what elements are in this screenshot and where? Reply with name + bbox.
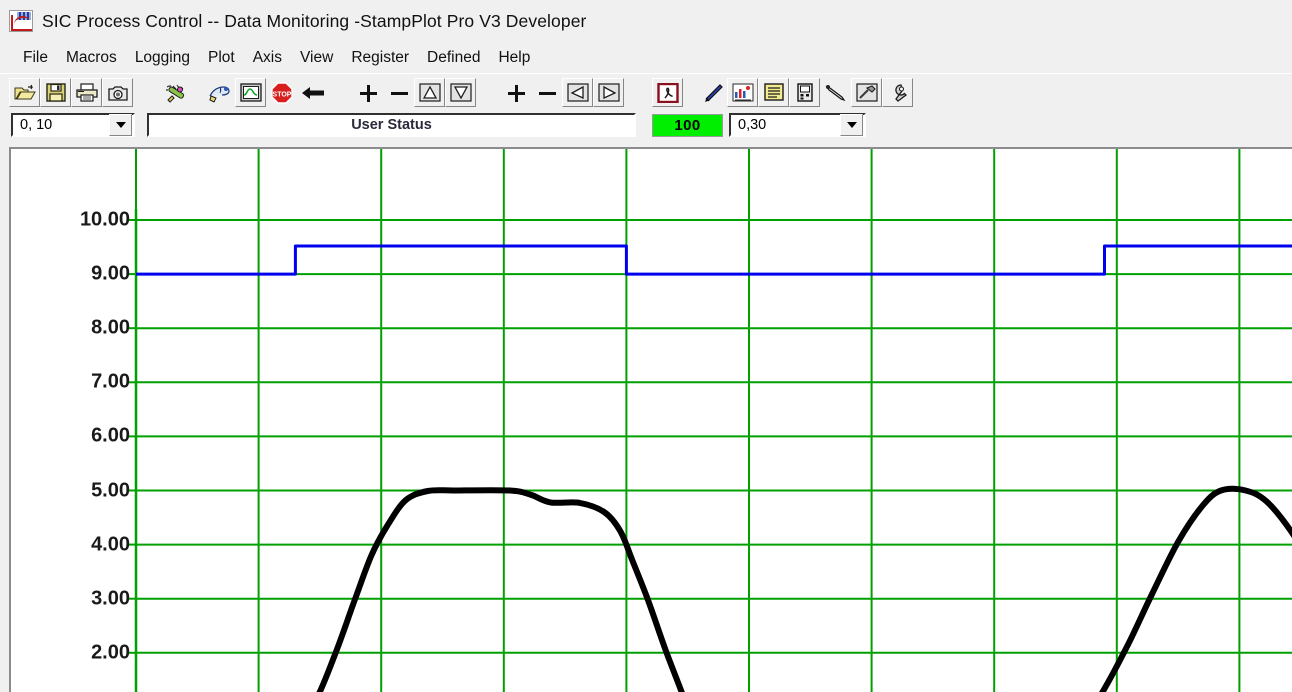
pdf-export-icon[interactable] xyxy=(652,78,683,107)
hammer-icon[interactable] xyxy=(851,78,882,107)
y-tick-label: 3.00 xyxy=(91,587,130,610)
toolbar-group-yaxis xyxy=(500,76,624,109)
back-arrow-icon[interactable] xyxy=(297,78,328,107)
plot-monitor-icon[interactable] xyxy=(235,78,266,107)
toolbar-group-macro xyxy=(160,76,191,109)
probe-icon[interactable] xyxy=(820,78,851,107)
minus-icon[interactable] xyxy=(383,78,414,107)
y-tick-label: 2.00 xyxy=(91,641,130,664)
window-title: SIC Process Control -- Data Monitoring -… xyxy=(42,10,587,31)
printer-icon[interactable] xyxy=(71,78,102,107)
x-range-combo[interactable]: 0, 10 xyxy=(11,113,135,137)
paint-connect-icon[interactable] xyxy=(204,78,235,107)
stampplot-window: SIC Process Control -- Data Monitoring -… xyxy=(0,0,1292,692)
toolbar-group-file xyxy=(9,76,133,109)
toolbar-group-export xyxy=(652,76,683,109)
stop-sign-icon[interactable]: STOP xyxy=(266,78,297,107)
toolbar-group-tools xyxy=(696,76,913,109)
y-tick-label: 7.00 xyxy=(91,370,130,393)
stampplot-app-icon xyxy=(9,10,33,32)
y-tick-label: 9.00 xyxy=(91,262,130,285)
progress-indicator: 100 xyxy=(652,114,723,137)
y-tick-label: 4.00 xyxy=(91,533,130,556)
camera-icon[interactable] xyxy=(102,78,133,107)
chevron-down-icon[interactable] xyxy=(840,114,863,136)
menu-item-register[interactable]: Register xyxy=(342,47,418,69)
ramp-up-icon[interactable] xyxy=(414,78,445,107)
pan-left-icon[interactable] xyxy=(562,78,593,107)
menu-item-plot[interactable]: Plot xyxy=(199,47,244,69)
menu-item-view[interactable]: View xyxy=(291,47,342,69)
plot-panel[interactable]: 10.00 9.00 8.00 7.00 6.00 5.00 4.00 3.00 2.00 xyxy=(9,147,1292,692)
macro-wand-icon[interactable] xyxy=(160,78,191,107)
y-range-value: 0,30 xyxy=(738,117,767,133)
y-tick-label: 8.00 xyxy=(91,316,130,339)
y-tick-label: 5.00 xyxy=(91,479,130,501)
save-disk-icon[interactable] xyxy=(40,78,71,107)
plus-icon[interactable] xyxy=(352,78,383,107)
menu-item-file[interactable]: File xyxy=(14,47,57,69)
toolbar: STOP xyxy=(0,73,1292,111)
y-axis-labels: 10.00 9.00 8.00 7.00 6.00 5.00 4.00 3.00 2.00 xyxy=(11,149,130,692)
chevron-down-icon[interactable] xyxy=(109,114,132,136)
device-icon[interactable] xyxy=(789,78,820,107)
menu-item-logging[interactable]: Logging xyxy=(126,47,199,69)
menu-item-axis[interactable]: Axis xyxy=(244,47,291,69)
x-range-value: 0, 10 xyxy=(20,117,53,133)
pan-right-icon[interactable] xyxy=(593,78,624,107)
toolbar-group-xaxis xyxy=(352,76,476,109)
plot-canvas[interactable] xyxy=(11,149,1292,692)
y-range-combo[interactable]: 0,30 xyxy=(729,113,866,137)
user-status-field[interactable]: User Status xyxy=(147,113,636,137)
toolbar-row-2: 0, 10 User Status 100 0,30 xyxy=(0,110,1292,142)
toolbar-group-run: STOP xyxy=(204,76,328,109)
menu-item-help[interactable]: Help xyxy=(489,47,539,69)
open-folder-icon[interactable] xyxy=(9,78,40,107)
minus-icon[interactable] xyxy=(531,78,562,107)
title-bar: SIC Process Control -- Data Monitoring -… xyxy=(0,0,1292,42)
user-status-text: User Status xyxy=(351,117,432,133)
series-process-temperature xyxy=(316,485,1292,692)
menu-item-macros[interactable]: Macros xyxy=(57,47,126,69)
progress-value: 100 xyxy=(674,117,701,134)
series-digital-status xyxy=(136,244,1292,276)
y-tick-label: 10.00 xyxy=(79,208,130,231)
notepad-icon[interactable] xyxy=(758,78,789,107)
menu-bar: File Macros Logging Plot Axis View Regis… xyxy=(0,44,1292,71)
wrench-icon[interactable] xyxy=(882,78,913,107)
menu-item-defined[interactable]: Defined xyxy=(418,47,489,69)
analysis-chart-icon[interactable] xyxy=(727,78,758,107)
svg-text:STOP: STOP xyxy=(272,91,291,98)
y-tick-label: 6.00 xyxy=(91,424,130,447)
pen-icon[interactable] xyxy=(696,78,727,107)
plus-icon[interactable] xyxy=(500,78,531,107)
ramp-down-icon[interactable] xyxy=(445,78,476,107)
